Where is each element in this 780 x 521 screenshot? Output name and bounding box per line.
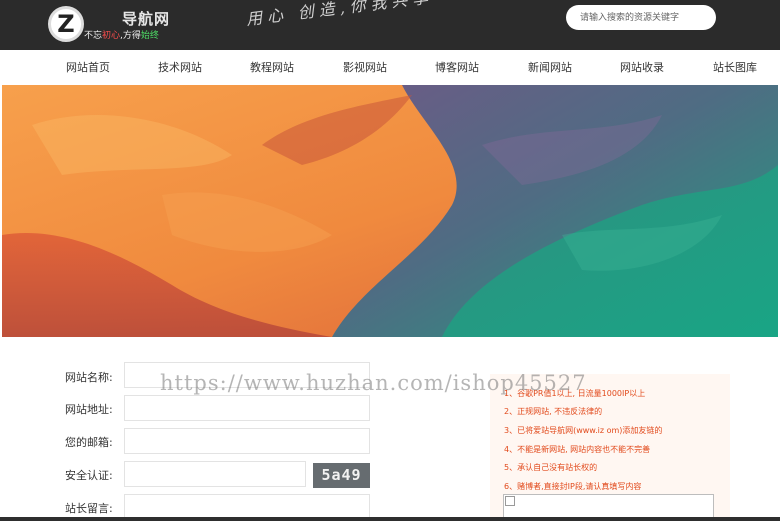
rule-item: 2、正规网站, 不违反法律的 (504, 407, 603, 416)
slogan-middle: ,方得 (120, 31, 141, 41)
broken-image-icon (505, 496, 515, 506)
rule-item: 3、已将爱站导航网(www.iz om)添加友链的 (504, 426, 663, 435)
rule-item: 1、谷歌PR值1以上, 日流量1000IP以上 (504, 389, 646, 398)
email-input[interactable] (124, 428, 370, 454)
hero-banner (2, 85, 778, 337)
logo-slogan: 不忘初心,方得始终 (84, 28, 159, 41)
email-label: 您的邮箱: (65, 436, 113, 449)
rule-item: 5、承认自己没有站长权的 (504, 463, 598, 472)
rule-item: 4、不能是新网站, 网站内容也不能不完善 (504, 445, 651, 454)
nav-item-blog[interactable]: 博客网站 (435, 50, 479, 85)
captcha-image[interactable]: 5a49 (313, 463, 370, 488)
logo-letter: Z (57, 10, 75, 38)
message-label: 站长留言: (65, 502, 113, 515)
abstract-banner-image (2, 85, 778, 337)
site-name-input[interactable] (124, 362, 370, 388)
search-input[interactable] (566, 5, 716, 30)
nav-item-video[interactable]: 影视网站 (343, 50, 387, 85)
site-title: 导航网 (122, 10, 171, 28)
nav-item-submit[interactable]: 网站收录 (620, 50, 664, 85)
captcha-input[interactable] (124, 461, 306, 487)
slogan-highlight-2: 始终 (140, 31, 159, 41)
nav-item-home[interactable]: 网站首页 (66, 50, 110, 85)
nav-item-gallery[interactable]: 站长图库 (713, 50, 757, 85)
site-header: Z 导航网 不忘初心,方得始终 用心 创造,你我共享 (0, 0, 780, 50)
rule-item: 6、赌博者,直接封IP段,请认真填写内容 (504, 482, 642, 491)
site-logo[interactable]: Z 导航网 不忘初心,方得始终 (48, 4, 238, 46)
logo-mark: Z (48, 6, 84, 42)
security-label: 安全认证: (65, 469, 113, 482)
bottom-bar (0, 517, 780, 521)
message-textarea[interactable] (124, 494, 370, 518)
slogan-prefix: 不忘 (84, 31, 103, 41)
slogan-highlight-1: 初心 (102, 31, 121, 41)
nav-item-news[interactable]: 新闻网站 (528, 50, 572, 85)
nav-item-tutorial[interactable]: 教程网站 (250, 50, 294, 85)
site-url-label: 网站地址: (65, 403, 113, 416)
header-motto: 用心 创造,你我共享 (245, 0, 435, 29)
nav-item-tech[interactable]: 技术网站 (158, 50, 202, 85)
submission-rules-panel: 1、谷歌PR值1以上, 日流量1000IP以上 2、正规网站, 不违反法律的 3… (490, 374, 730, 521)
site-url-input[interactable] (124, 395, 370, 421)
site-name-label: 网站名称: (65, 371, 113, 384)
main-nav: 网站首页 技术网站 教程网站 影视网站 博客网站 新闻网站 网站收录 站长图库 (0, 50, 780, 85)
